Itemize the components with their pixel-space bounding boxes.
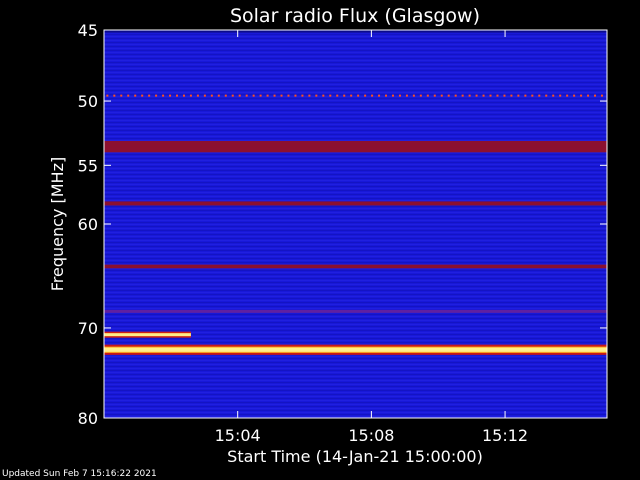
y-tick-label: 55 [78,156,98,175]
interference-dot [113,94,116,97]
interference-dot [350,94,353,97]
interference-dot [496,94,499,97]
interference-dot [468,94,471,97]
interference-dot [273,94,276,97]
emission-band-0 [104,30,607,33]
interference-dot [489,94,492,97]
interference-dot [559,94,562,97]
interference-dot [447,94,450,97]
interference-dot [475,94,478,97]
interference-dot [329,94,332,97]
interference-dot [517,94,520,97]
interference-dot [503,94,506,97]
interference-dot [419,94,422,97]
interference-dot [580,94,583,97]
y-tick-label: 60 [78,215,98,234]
interference-dot [259,94,262,97]
interference-dot [412,94,415,97]
interference-dot [433,94,436,97]
interference-dot [566,94,569,97]
interference-dot [203,94,206,97]
last-updated-text: Updated Sun Feb 7 15:16:22 2021 [2,469,157,479]
interference-dot [600,94,603,97]
interference-dot [231,94,234,97]
interference-dot [440,94,443,97]
interference-dot [385,94,388,97]
emission-band-4 [104,347,607,352]
interference-dot [364,94,367,97]
emission-band-5 [104,309,607,313]
interference-dot [322,94,325,97]
interference-dot [217,94,220,97]
y-axis-label: Frequency [MHz] [48,157,67,291]
interference-dot [510,94,513,97]
interference-dot [454,94,457,97]
interference-dot [280,94,283,97]
spectrogram-noise-texture [104,30,607,418]
interference-dot [155,94,158,97]
interference-dot [524,94,527,97]
interference-dot [301,94,304,97]
interference-dot [308,94,311,97]
interference-dot [587,94,590,97]
interference-dot [357,94,360,97]
x-axis-label: Start Time (14-Jan-21 15:00:00) [227,447,483,466]
interference-dot [210,94,213,97]
interference-dot [538,94,541,97]
emission-band-3 [104,264,607,269]
interference-dot [391,94,394,97]
interference-dot [245,94,248,97]
x-tick-label: 15:08 [348,426,394,445]
y-tick-label: 45 [78,21,98,40]
interference-dot [482,94,485,97]
x-tick-label: 15:04 [215,426,261,445]
interference-dot [552,94,555,97]
chart-title: Solar radio Flux (Glasgow) [230,5,480,27]
interference-dot [573,94,576,97]
interference-dot [148,94,151,97]
interference-dot [336,94,339,97]
interference-dot [378,94,381,97]
spectrogram-figure: Solar radio Flux (Glasgow) 455055607080 … [48,5,608,466]
interference-dot [252,94,255,97]
interference-dot [405,94,408,97]
burst-segment-6 [104,333,191,337]
interference-dot [162,94,165,97]
y-tick-label: 50 [78,92,98,111]
interference-dot [266,94,269,97]
emission-band-2 [104,201,607,206]
interference-dot [189,94,192,97]
interference-dot [182,94,185,97]
interference-dot [176,94,179,97]
interference-dot [134,94,137,97]
interference-dot [120,94,123,97]
interference-dot [127,94,130,97]
interference-dot [196,94,199,97]
emission-band-1 [104,140,607,153]
interference-dot [141,94,144,97]
interference-dot [294,94,297,97]
interference-dot [398,94,401,97]
interference-dot [287,94,290,97]
interference-dot [426,94,429,97]
interference-dot [461,94,464,97]
interference-dot [545,94,548,97]
interference-dot [371,94,374,97]
interference-dot [169,94,172,97]
interference-dot [224,94,227,97]
interference-dot [106,94,109,97]
interference-dot [531,94,534,97]
interference-dot [594,94,597,97]
interference-dot [238,94,241,97]
interference-dot [315,94,318,97]
interference-dot [343,94,346,97]
plot-area [104,30,607,418]
x-tick-label: 15:12 [482,426,528,445]
y-tick-label: 80 [78,409,98,428]
y-tick-label: 70 [78,319,98,338]
